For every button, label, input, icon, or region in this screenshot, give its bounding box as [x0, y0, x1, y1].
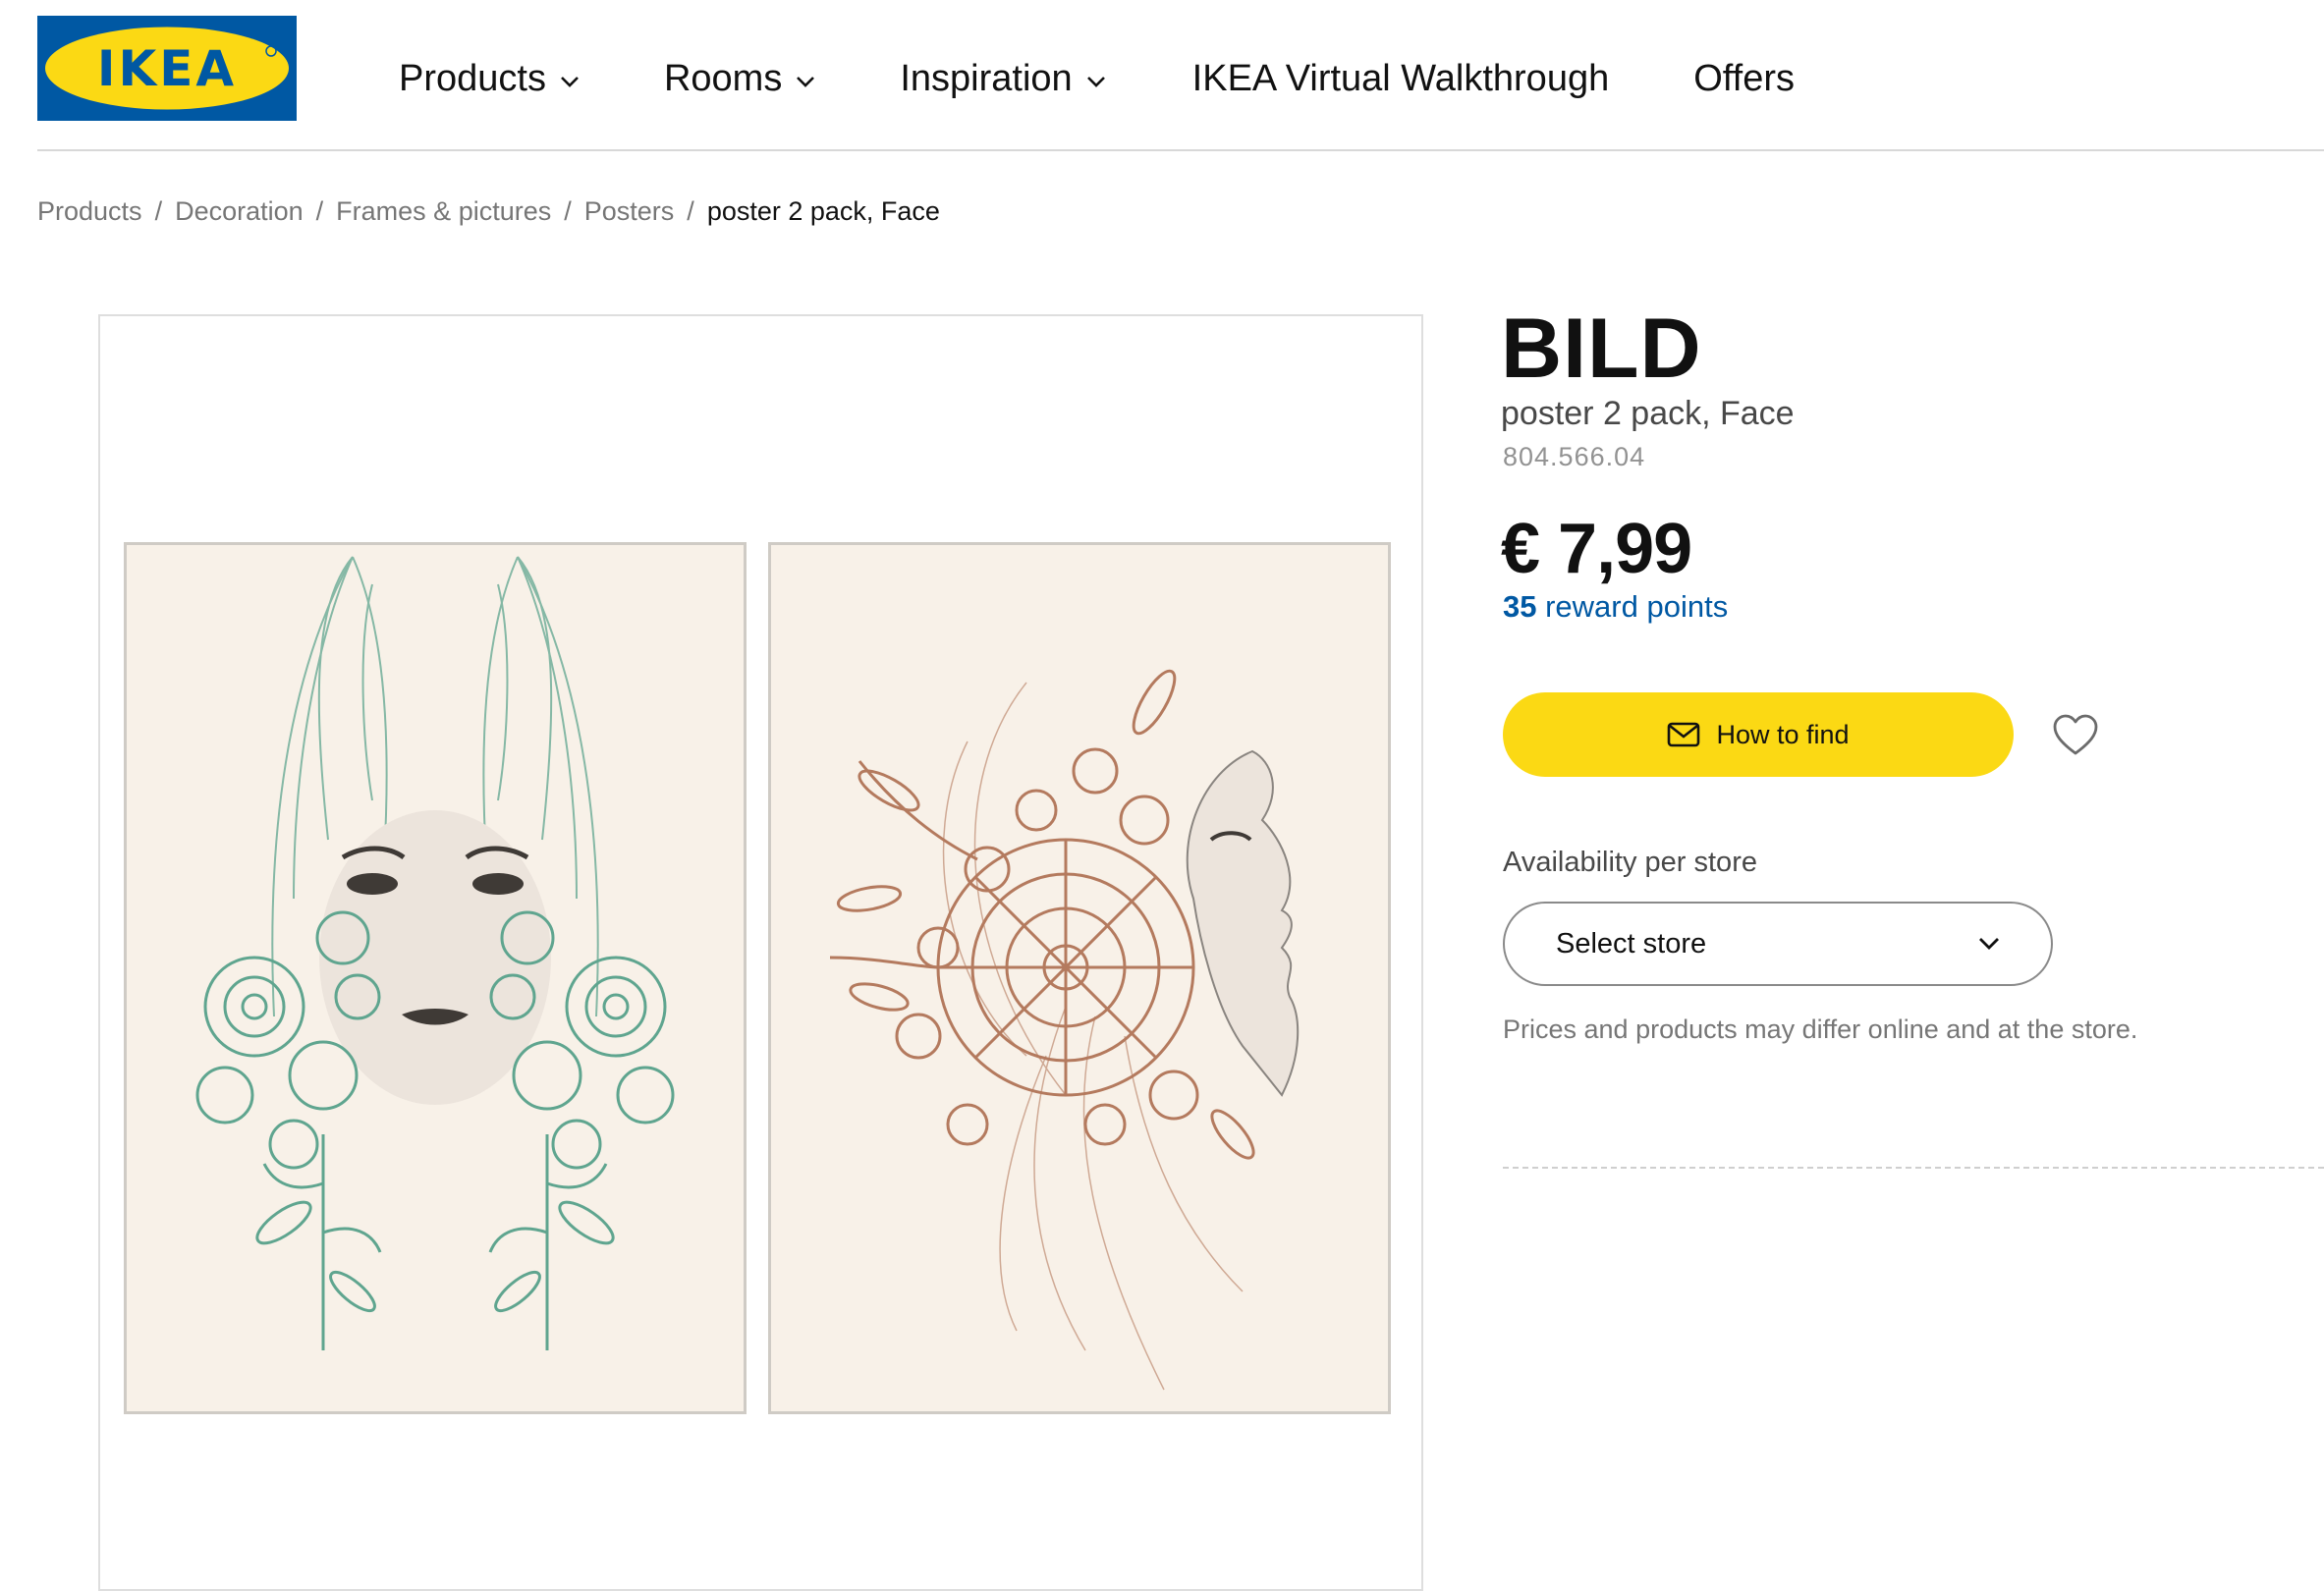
chevron-down-icon [561, 77, 579, 87]
reward-points-value: 35 [1503, 589, 1537, 624]
breadcrumb-separator: / [564, 196, 572, 226]
store-select-value: Select store [1556, 927, 1707, 960]
reward-points: 35 reward points [1503, 589, 1728, 625]
chevron-down-icon [797, 77, 815, 87]
article-number: 804.566.04 [1503, 442, 1646, 471]
breadcrumb-separator: / [154, 196, 163, 226]
chevron-down-icon [1086, 77, 1105, 87]
main-navigation: Products Rooms Inspiration IKEA Virtual … [399, 51, 1795, 106]
product-brand-name: BILD [1501, 302, 1702, 396]
nav-products[interactable]: Products [399, 58, 580, 100]
breadcrumb: Products / Decoration / Frames & picture… [37, 196, 940, 227]
nav-inspiration-label: Inspiration [900, 57, 1073, 99]
nav-products-label: Products [399, 57, 546, 99]
mail-icon [1667, 722, 1700, 747]
nav-virtual-walkthrough[interactable]: IKEA Virtual Walkthrough [1192, 58, 1610, 100]
breadcrumb-products[interactable]: Products [37, 196, 142, 227]
poster-right-illustration [829, 669, 1300, 1391]
breadcrumb-separator: / [687, 196, 694, 226]
heart-icon [2053, 714, 2098, 755]
breadcrumb-decoration[interactable]: Decoration [175, 196, 304, 227]
price-disclaimer: Prices and products may differ online an… [1503, 1015, 2138, 1044]
store-select[interactable]: Select store [1503, 902, 2053, 986]
breadcrumb-posters[interactable]: Posters [584, 196, 675, 227]
chevron-down-icon [1979, 938, 1999, 950]
nav-rooms[interactable]: Rooms [664, 58, 815, 100]
availability-label: Availability per store [1503, 847, 1757, 878]
reward-points-label: reward points [1545, 589, 1729, 624]
poster-left-image [124, 542, 747, 1414]
nav-offers[interactable]: Offers [1693, 58, 1795, 100]
favourite-heart-icon[interactable] [2051, 711, 2100, 760]
poster-right-image [768, 542, 1391, 1414]
ikea-logo[interactable]: IKEA [37, 16, 297, 121]
section-divider [1503, 1167, 2324, 1169]
header-divider [37, 149, 2324, 151]
nav-inspiration[interactable]: Inspiration [900, 58, 1105, 100]
how-to-find-label: How to find [1716, 719, 1850, 749]
nav-offers-label: Offers [1693, 57, 1796, 99]
breadcrumb-current: poster 2 pack, Face [706, 196, 940, 226]
breadcrumb-frames-pictures[interactable]: Frames & pictures [336, 196, 551, 227]
nav-virtual-walkthrough-label: IKEA Virtual Walkthrough [1191, 57, 1610, 99]
ikea-logo-graphic: IKEA [37, 16, 297, 121]
breadcrumb-separator: / [315, 196, 324, 226]
how-to-find-button[interactable]: How to find [1503, 692, 2014, 777]
product-description: poster 2 pack, Face [1501, 395, 1795, 432]
poster-left-illustration [195, 556, 675, 1350]
product-price: € 7,99 [1501, 510, 1692, 588]
nav-rooms-label: Rooms [663, 57, 783, 99]
svg-text:IKEA: IKEA [97, 40, 237, 97]
